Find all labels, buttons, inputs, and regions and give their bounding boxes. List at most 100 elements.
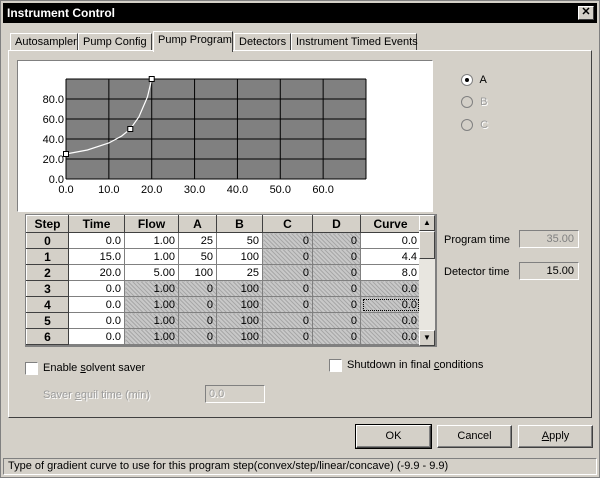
gradient-chart-svg: 0.0 10.0 20.0 30.0 40.0 50.0 60.00.020.040.060…	[43, 76, 367, 196]
scroll-down-arrow-icon[interactable]: ▼	[419, 330, 435, 346]
a-cell[interactable]: 50	[178, 248, 217, 265]
flow-cell[interactable]: 1.00	[124, 328, 179, 345]
a-cell[interactable]: 0	[178, 296, 217, 313]
b-cell[interactable]: 100	[216, 312, 263, 329]
table-row[interactable]: 1 15.0 1.00 50 100 0 0 4.4	[26, 248, 421, 265]
flow-cell[interactable]: 1.00	[124, 280, 179, 297]
apply-button[interactable]: Apply	[518, 425, 593, 448]
solvent-c-label: C	[480, 119, 489, 131]
time-cell[interactable]: 0.0	[68, 280, 125, 297]
d-cell[interactable]: 0	[312, 328, 361, 345]
a-cell[interactable]: 0	[178, 280, 217, 297]
tab-instrument-timed-events[interactable]: Instrument Timed Events	[291, 33, 418, 51]
step-cell[interactable]: 4	[26, 296, 69, 313]
time-cell[interactable]: 0.0	[68, 296, 125, 313]
tab-autosampler[interactable]: Autosampler	[10, 33, 78, 51]
cancel-button[interactable]: Cancel	[437, 425, 512, 448]
c-cell[interactable]: 0	[262, 280, 313, 297]
a-cell[interactable]: 0	[178, 312, 217, 329]
curve-cell[interactable]: 0.0	[360, 280, 421, 297]
b-cell[interactable]: 100	[216, 280, 263, 297]
b-cell[interactable]: 100	[216, 248, 263, 265]
flow-cell[interactable]: 1.00	[124, 296, 179, 313]
table-row[interactable]: 2 20.0 5.00 100 25 0 0 8.0	[26, 264, 421, 281]
solvent-a-radio[interactable]: A	[461, 72, 487, 88]
b-cell[interactable]: 100	[216, 328, 263, 345]
table-row[interactable]: 5 0.0 1.00 0 100 0 0 0.0	[26, 312, 421, 329]
step-cell[interactable]: 6	[26, 328, 69, 345]
tab-detectors[interactable]: Detectors	[234, 33, 291, 51]
radio-indicator-b	[461, 96, 473, 109]
step-cell[interactable]: 1	[26, 248, 69, 265]
table-row[interactable]: 6 0.0 1.00 0 100 0 0 0.0	[26, 328, 421, 345]
solvent-b-radio: B	[461, 94, 487, 110]
time-cell[interactable]: 15.0	[68, 248, 125, 265]
c-cell[interactable]: 0	[262, 264, 313, 281]
step-cell[interactable]: 2	[26, 264, 69, 281]
a-cell[interactable]: 0	[178, 328, 217, 345]
y-tick-label: 40.0	[43, 134, 64, 146]
time-cell[interactable]: 0.0	[68, 232, 125, 249]
ok-button[interactable]: OK	[355, 424, 432, 449]
table-row[interactable]: 3 0.0 1.00 0 100 0 0 0.0	[26, 280, 421, 297]
x-tick-label: 50.0	[270, 184, 291, 196]
time-cell[interactable]: 20.0	[68, 264, 125, 281]
time-cell[interactable]: 0.0	[68, 312, 125, 329]
column-header-d: D	[312, 215, 361, 233]
x-tick-label: 10.0	[98, 184, 119, 196]
title-bar[interactable]: Instrument Control ✕	[3, 3, 597, 23]
a-cell[interactable]: 25	[178, 232, 217, 249]
d-cell[interactable]: 0	[312, 248, 361, 265]
d-cell[interactable]: 0	[312, 232, 361, 249]
table-row[interactable]: 4 0.0 1.00 0 100 0 0 0.0	[26, 296, 421, 313]
d-cell[interactable]: 0	[312, 312, 361, 329]
enable-solvent-saver-checkbox[interactable]	[25, 361, 38, 375]
curve-cell[interactable]: 4.4	[360, 248, 421, 265]
d-cell[interactable]: 0	[312, 264, 361, 281]
shutdown-final-conditions-option[interactable]: Shutdown in final conditions	[329, 357, 483, 373]
flow-cell[interactable]: 1.00	[124, 312, 179, 329]
radio-indicator-a[interactable]	[461, 74, 473, 87]
y-tick-label: 0.0	[49, 174, 64, 186]
pump-program-table[interactable]: Step Time Flow A B C D Curve 0 0.0 1.00 25 5…	[26, 215, 421, 345]
shutdown-final-conditions-checkbox[interactable]	[329, 358, 342, 372]
scroll-up-arrow-icon[interactable]: ▲	[419, 215, 435, 231]
b-cell[interactable]: 100	[216, 296, 263, 313]
c-cell[interactable]: 0	[262, 312, 313, 329]
c-cell[interactable]: 0	[262, 296, 313, 313]
flow-cell[interactable]: 1.00	[124, 248, 179, 265]
solvent-b-label: B	[480, 96, 488, 108]
program-time-label: Program time	[444, 234, 511, 246]
x-tick-label: 30.0	[184, 184, 205, 196]
curve-cell[interactable]: 8.0	[360, 264, 421, 281]
close-button[interactable]: ✕	[578, 6, 594, 20]
curve-cell[interactable]: 0.0	[360, 296, 421, 313]
instrument-control-window: Instrument Control ✕ Autosampler Pump Co…	[0, 0, 600, 478]
scroll-thumb[interactable]	[419, 231, 435, 259]
table-row[interactable]: 0 0.0 1.00 25 50 0 0 0.0	[26, 232, 421, 249]
pump-program-grid[interactable]: Step Time Flow A B C D Curve 0 0.0 1.00 25 5…	[25, 214, 437, 347]
curve-cell[interactable]: 0.0	[360, 232, 421, 249]
time-cell[interactable]: 0.0	[68, 328, 125, 345]
d-cell[interactable]: 0	[312, 296, 361, 313]
tab-pump-config[interactable]: Pump Config	[78, 33, 152, 51]
b-cell[interactable]: 50	[216, 232, 263, 249]
flow-cell[interactable]: 1.00	[124, 232, 179, 249]
grid-vertical-scrollbar[interactable]: ▲ ▼	[419, 215, 435, 346]
b-cell[interactable]: 25	[216, 264, 263, 281]
a-cell[interactable]: 100	[178, 264, 217, 281]
flow-cell[interactable]: 5.00	[124, 264, 179, 281]
enable-solvent-saver-option[interactable]: Enable solvent saver	[25, 360, 145, 376]
column-header-curve: Curve	[360, 215, 421, 233]
d-cell[interactable]: 0	[312, 280, 361, 297]
curve-cell[interactable]: 0.0	[360, 328, 421, 345]
c-cell[interactable]: 0	[262, 328, 313, 345]
step-cell[interactable]: 3	[26, 280, 69, 297]
tab-pump-program[interactable]: Pump Program	[153, 31, 233, 52]
c-cell[interactable]: 0	[262, 232, 313, 249]
step-cell[interactable]: 0	[26, 232, 69, 249]
c-cell[interactable]: 0	[262, 248, 313, 265]
radio-indicator-c	[461, 119, 473, 132]
step-cell[interactable]: 5	[26, 312, 69, 329]
curve-cell[interactable]: 0.0	[360, 312, 421, 329]
